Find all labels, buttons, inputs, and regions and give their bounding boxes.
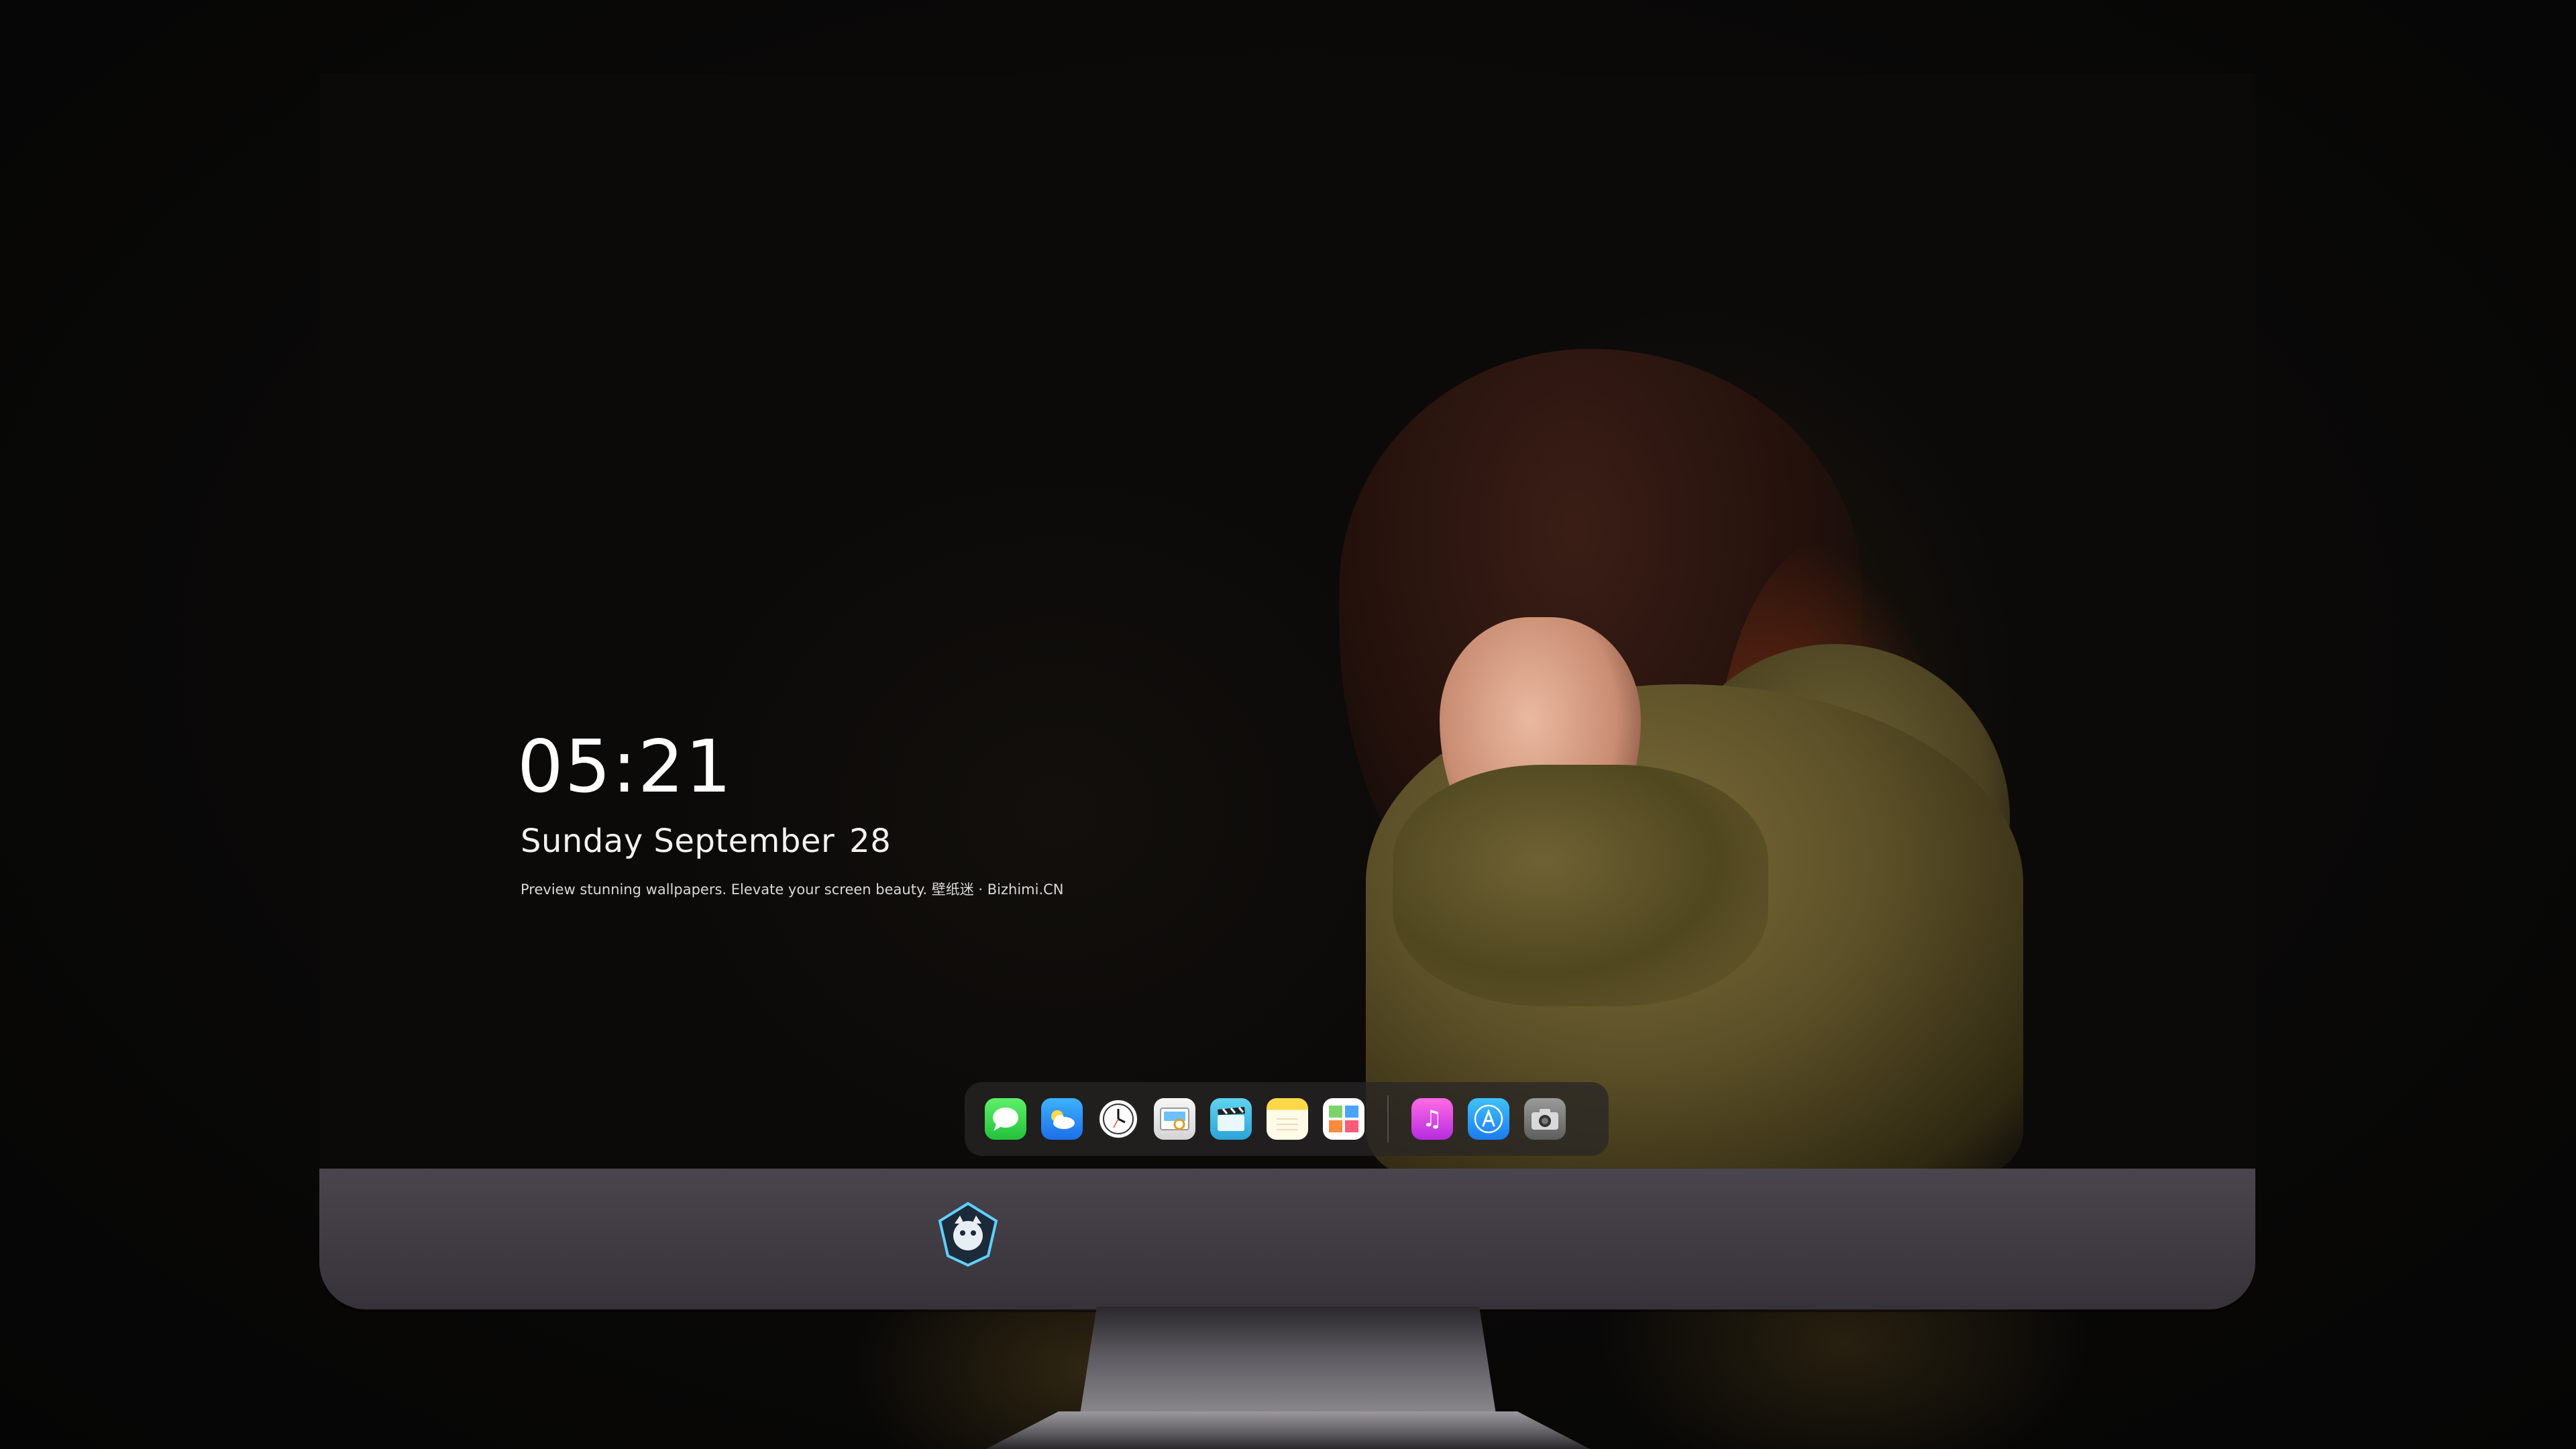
clock-face-icon <box>1103 1104 1134 1134</box>
app-store-a-icon <box>1474 1104 1503 1134</box>
weather-icon[interactable] <box>1041 1098 1083 1140</box>
screen: 05:21 Sunday September 28 Preview stunnin… <box>319 74 2255 1169</box>
photos-icon[interactable] <box>1323 1098 1364 1140</box>
app-store-icon[interactable] <box>1468 1098 1509 1140</box>
music-icon[interactable]: ♫ <box>1411 1098 1453 1140</box>
lock-tagline: Preview stunning wallpapers. Elevate you… <box>521 881 1064 898</box>
messages-icon[interactable] <box>985 1098 1026 1140</box>
camera-icon[interactable] <box>1524 1098 1566 1140</box>
wallpaper-figure <box>1111 268 2117 1169</box>
photo-viewer-icon <box>1160 1108 1189 1130</box>
wallpaper-hands <box>1393 765 1768 1006</box>
monitor-stand-base <box>986 1411 1590 1449</box>
shield-mascot-icon <box>938 1201 998 1267</box>
dock-separator <box>1387 1095 1389 1142</box>
preview-icon[interactable] <box>1154 1098 1195 1140</box>
camera-body-icon <box>1532 1109 1558 1130</box>
monitor-bezel <box>319 1169 2255 1309</box>
lock-date: Sunday September 28 <box>521 825 891 857</box>
lock-date-day: 28 <box>849 822 892 860</box>
monitor: 05:21 Sunday September 28 Preview stunnin… <box>319 74 2255 1414</box>
monitor-stand-neck <box>1080 1307 1496 1414</box>
photo-collage-icon <box>1329 1106 1358 1132</box>
clock-icon[interactable] <box>1097 1098 1139 1140</box>
notes-icon[interactable] <box>1267 1098 1308 1140</box>
music-note-icon: ♫ <box>1421 1106 1443 1132</box>
brand-logo-icon <box>934 1201 1002 1268</box>
clips-icon[interactable] <box>1210 1098 1252 1140</box>
lock-date-text: Sunday September <box>521 822 835 860</box>
notepad-lines-icon <box>1277 1118 1298 1130</box>
dock: ♫ <box>965 1082 1609 1156</box>
speech-bubble-icon <box>993 1108 1018 1131</box>
lock-clock: 05:21 <box>517 725 733 809</box>
clapperboard-icon <box>1218 1107 1245 1131</box>
cloud-sun-icon <box>1051 1110 1075 1129</box>
